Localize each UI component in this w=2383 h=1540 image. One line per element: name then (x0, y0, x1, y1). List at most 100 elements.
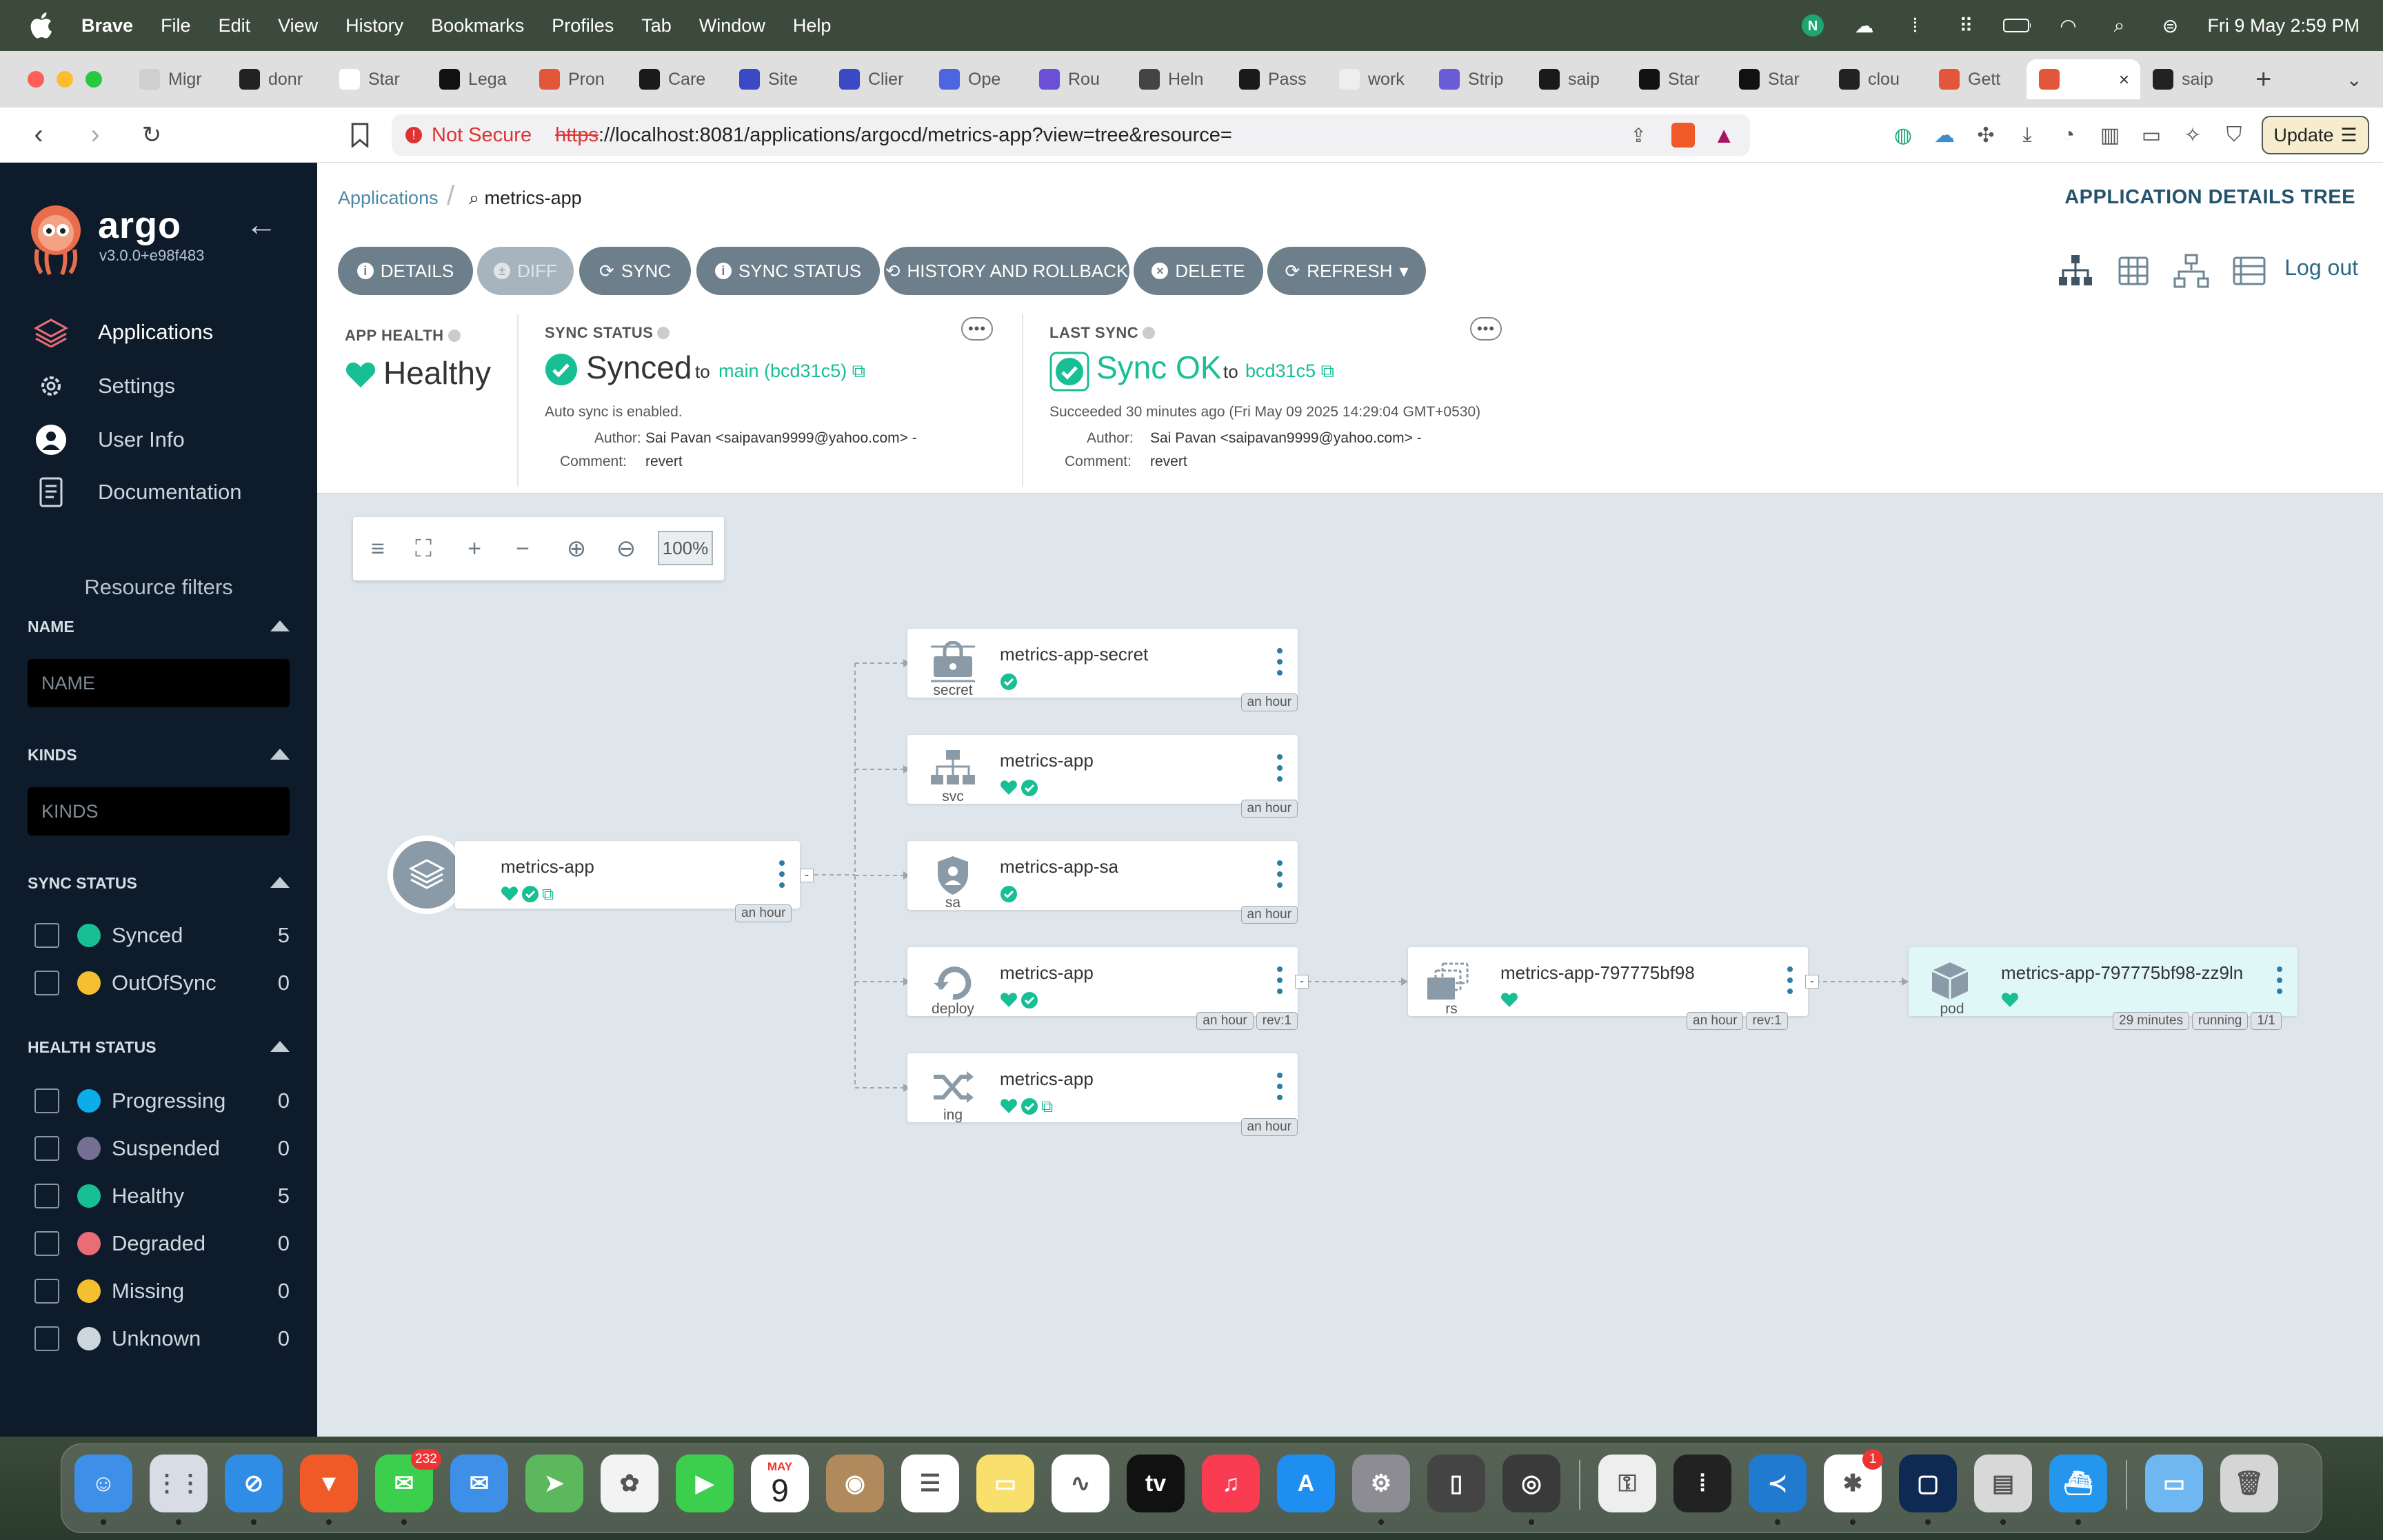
wallet-icon[interactable]: ▭ (2138, 121, 2165, 149)
dock-calendar-icon[interactable]: MAY 9 (751, 1455, 809, 1512)
menu-app-name[interactable]: Brave (81, 15, 133, 37)
forward-button[interactable]: › (77, 119, 113, 150)
security-indicator[interactable]: Not Secure (432, 124, 532, 147)
application-node[interactable]: metrics-app ⧉ (455, 841, 800, 909)
kinds-filter-input[interactable]: KINDS (28, 787, 290, 835)
deploy-node-collapse-button[interactable]: - (1295, 975, 1309, 989)
browser-tab[interactable]: Strip (1427, 59, 1527, 99)
nav-settings[interactable]: Settings (32, 365, 175, 407)
brave-shields-icon[interactable] (1671, 123, 1695, 148)
filter-checkbox[interactable] (34, 1088, 59, 1113)
filter-checkbox[interactable] (34, 923, 59, 948)
dock-docker-icon[interactable]: ⛴ (2049, 1455, 2107, 1512)
browser-tab[interactable]: Star (1627, 59, 1727, 99)
node-menu-kebab-icon[interactable] (1277, 648, 1283, 676)
dock-preview-icon[interactable]: ▤ (1974, 1455, 2032, 1512)
weather-icon[interactable]: ☁ (1850, 12, 1878, 39)
filter-checkbox[interactable] (34, 1136, 59, 1161)
replicaset-node-collapse-button[interactable]: - (1805, 975, 1819, 989)
node-menu-kebab-icon[interactable] (1787, 966, 1793, 994)
node-menu-kebab-icon[interactable] (1277, 1073, 1283, 1100)
browser-tab[interactable]: saip (2140, 59, 2240, 99)
node-menu-kebab-icon[interactable] (1277, 966, 1283, 994)
health-filter-missing[interactable]: Missing 0 (34, 1275, 290, 1307)
browser-tab[interactable]: Care (627, 59, 727, 99)
pod-node[interactable]: pod metrics-app-797775bf98-zz9ln (1909, 947, 2297, 1017)
browser-tab[interactable]: Lega (427, 59, 527, 99)
node-menu-kebab-icon[interactable] (2277, 966, 2282, 994)
health-filter-degraded[interactable]: Degraded 0 (34, 1228, 290, 1259)
collapse-sidebar-arrow-icon[interactable]: ← (245, 205, 277, 243)
svc-resource-node[interactable]: svc metrics-app (907, 735, 1298, 804)
dock-safari-icon[interactable]: ⊘ (225, 1455, 283, 1512)
application-node-collapse-button[interactable]: - (800, 869, 814, 882)
grammarly-extension-icon[interactable]: ◍ (1889, 121, 1917, 149)
filter-checkbox[interactable] (34, 1279, 59, 1304)
sync-filter-outofsync[interactable]: OutOfSync 0 (34, 967, 290, 999)
extensions-puzzle-icon[interactable]: ✣ (1972, 121, 2000, 149)
health-filter-progressing[interactable]: Progressing 0 (34, 1085, 290, 1117)
downloads-icon[interactable]: ⤓ (2013, 121, 2041, 149)
audio-waveform-icon[interactable]: ⦙ (1901, 12, 1929, 39)
sync-filter-synced[interactable]: Synced 5 (34, 920, 290, 951)
grid-dots-icon[interactable]: ⠿ (1952, 12, 1980, 39)
dock-freeform-icon[interactable]: ∿ (1052, 1455, 1109, 1512)
menu-profiles[interactable]: Profiles (552, 15, 614, 37)
nav-user-info[interactable]: User Info (32, 419, 185, 460)
battery-icon[interactable] (2003, 12, 2031, 39)
menu-file[interactable]: File (161, 15, 191, 37)
nav-applications[interactable]: Applications (32, 312, 213, 353)
dock-music-icon[interactable]: ♫ (1202, 1455, 1260, 1512)
sync-status-collapse-caret-icon[interactable] (270, 877, 290, 888)
browser-tab[interactable]: Clier (827, 59, 927, 99)
nav-documentation[interactable]: Documentation (32, 472, 242, 513)
browser-tab[interactable]: Pass (1227, 59, 1327, 99)
dock-quicktime-icon[interactable]: ◎ (1502, 1455, 1560, 1512)
dock-windows-app-icon[interactable]: ▢ (1899, 1455, 1957, 1512)
dock-downloads-icon[interactable]: ▭ (2145, 1455, 2203, 1512)
dock-notes-icon[interactable]: ▭ (976, 1455, 1034, 1512)
zoom-window-button[interactable] (86, 71, 102, 88)
performance-icon[interactable]: ◔ (2055, 121, 2082, 149)
norton-status-icon[interactable]: N (1799, 12, 1827, 39)
browser-tab[interactable]: Site (727, 59, 827, 99)
menu-edit[interactable]: Edit (219, 15, 251, 37)
filter-checkbox[interactable] (34, 971, 59, 995)
dock-maps-icon[interactable]: ➤ (525, 1455, 583, 1512)
argo-octopus-logo[interactable] (25, 201, 87, 277)
deploy-resource-node[interactable]: deploy metrics-app (907, 947, 1298, 1017)
bookmark-icon[interactable] (349, 123, 371, 148)
browser-tab[interactable]: Gett (1927, 59, 2027, 99)
spotlight-search-icon[interactable]: ⌕ (2105, 12, 2133, 39)
browser-tab[interactable]: Migr (127, 59, 227, 99)
menu-window[interactable]: Window (699, 15, 765, 37)
dock-keychain-icon[interactable]: ⚿ (1598, 1455, 1656, 1512)
browser-tab[interactable]: Pron (527, 59, 627, 99)
new-tab-button[interactable]: + (2255, 64, 2271, 95)
replicaset-node[interactable]: rs metrics-app-797775bf98 (1408, 947, 1808, 1017)
browser-tab[interactable]: Rou (1027, 59, 1127, 99)
control-center-icon[interactable]: ⊜ (2156, 12, 2184, 39)
vpn-shield-icon[interactable]: ⛉ (2220, 121, 2248, 149)
menu-history[interactable]: History (345, 15, 403, 37)
dock-tv-icon[interactable]: tv (1127, 1455, 1185, 1512)
dock-facetime-icon[interactable]: ▶ (676, 1455, 734, 1512)
filter-checkbox[interactable] (34, 1184, 59, 1208)
name-filter-input[interactable]: NAME (28, 659, 290, 707)
back-button[interactable]: ‹ (21, 119, 57, 150)
browser-tab[interactable]: clou (1827, 59, 1927, 99)
node-menu-kebab-icon[interactable] (1277, 754, 1283, 782)
name-filter-collapse-caret-icon[interactable] (270, 620, 290, 631)
close-tab-icon[interactable]: × (2119, 69, 2129, 90)
menu-help[interactable]: Help (793, 15, 832, 37)
dock-system-settings-icon[interactable]: ⚙ (1352, 1455, 1410, 1512)
update-menu-button[interactable]: Update ☰ (2262, 116, 2369, 154)
reload-button[interactable]: ↻ (134, 121, 170, 149)
menu-bookmarks[interactable]: Bookmarks (431, 15, 524, 37)
browser-tab[interactable]: × (2027, 59, 2140, 99)
dock-mail-icon[interactable]: ✉ (450, 1455, 508, 1512)
external-link-icon[interactable]: ⧉ (1041, 1097, 1053, 1117)
browser-tab[interactable]: Star (327, 59, 427, 99)
node-menu-kebab-icon[interactable] (779, 860, 785, 888)
dock-iphone-mirroring-icon[interactable]: ▯ (1427, 1455, 1485, 1512)
